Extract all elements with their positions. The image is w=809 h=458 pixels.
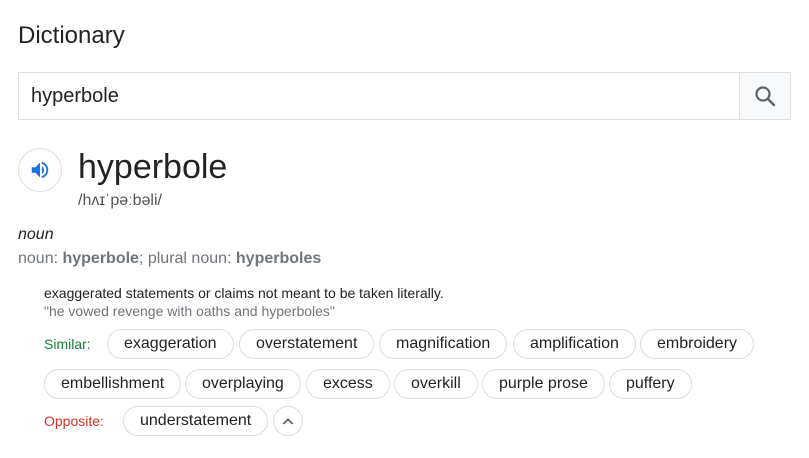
- headword: hyperbole: [78, 148, 228, 186]
- similar-chip[interactable]: purple prose: [482, 369, 605, 399]
- collapse-button[interactable]: [273, 406, 303, 436]
- similar-label: Similar:: [44, 336, 91, 352]
- similar-chip[interactable]: embroidery: [640, 329, 755, 359]
- forms-prefix: noun:: [18, 250, 63, 267]
- word-forms: noun: hyperbole; plural noun: hyperboles: [18, 250, 321, 268]
- search-button[interactable]: [739, 73, 790, 119]
- search-bar: [18, 72, 791, 120]
- speaker-icon: [31, 161, 49, 179]
- similar-chip[interactable]: overstatement: [239, 329, 375, 359]
- chevron-up-icon: [283, 418, 293, 425]
- definition: exaggerated statements or claims not mea…: [44, 285, 444, 301]
- similar-chip[interactable]: magnification: [379, 329, 508, 359]
- example: "he vowed revenge with oaths and hyperbo…: [44, 303, 335, 319]
- search-icon: [755, 86, 776, 107]
- similar-chip[interactable]: overkill: [394, 369, 478, 399]
- similar-chip[interactable]: overplaying: [185, 369, 301, 399]
- opposite-chip[interactable]: understatement: [123, 406, 269, 436]
- search-input[interactable]: [19, 73, 739, 119]
- page-title: Dictionary: [18, 22, 125, 49]
- opposite-label: Opposite:: [44, 413, 104, 429]
- similar-chip[interactable]: amplification: [513, 329, 636, 359]
- phonetic: /hʌɪˈpəːbəli/: [78, 192, 162, 209]
- form-plural: hyperboles: [235, 250, 322, 267]
- form-noun: hyperbole: [62, 250, 139, 267]
- forms-plural-prefix: ; plural noun:: [138, 250, 236, 267]
- part-of-speech: noun: [18, 226, 54, 243]
- similar-chip[interactable]: exaggeration: [107, 329, 234, 359]
- similar-chip[interactable]: puffery: [609, 369, 692, 399]
- similar-chip[interactable]: excess: [306, 369, 390, 399]
- similar-chip[interactable]: embellishment: [44, 369, 182, 399]
- pronunciation-button[interactable]: [18, 148, 62, 192]
